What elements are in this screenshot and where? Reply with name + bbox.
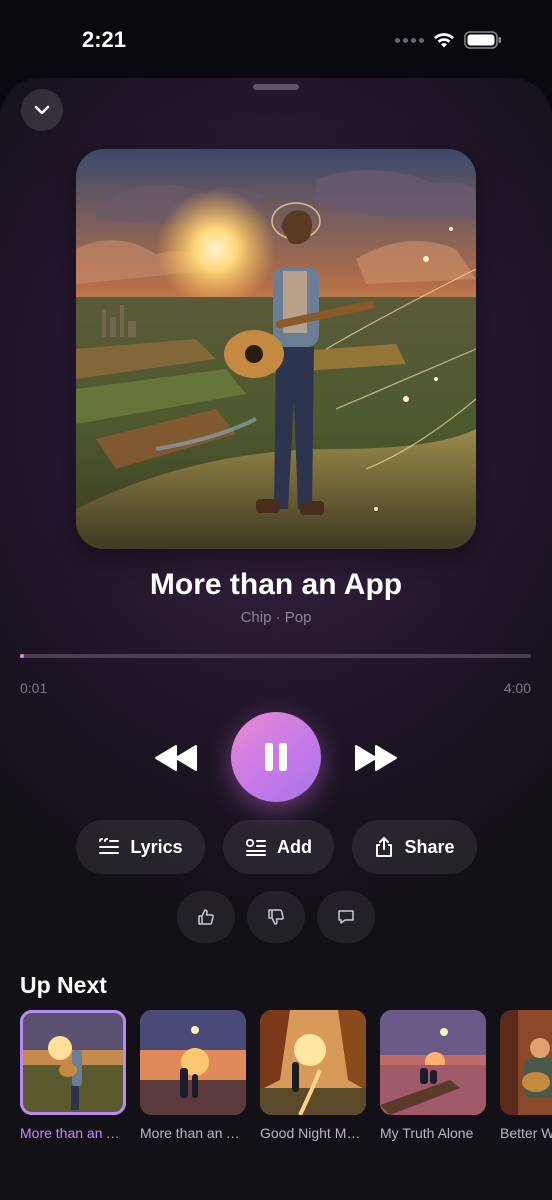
queue-item[interactable]: More than an App xyxy=(20,1010,128,1141)
progress-fill xyxy=(20,654,24,658)
now-playing-sheet: More than an App Chip · Pop 0:01 4:00 Ly… xyxy=(0,78,552,1200)
fast-forward-button[interactable] xyxy=(351,738,401,778)
total-duration: 4:00 xyxy=(503,680,531,696)
queue-item[interactable]: Better Ways xyxy=(500,1010,552,1141)
add-label: Add xyxy=(277,836,312,857)
share-label: Share xyxy=(404,836,455,857)
lyrics-label: Lyrics xyxy=(130,836,183,857)
up-next-heading: Up Next xyxy=(20,972,107,998)
song-title: More than an App xyxy=(149,568,403,601)
lyrics-icon xyxy=(99,838,120,854)
artwork-illustration xyxy=(76,149,476,549)
add-to-playlist-icon xyxy=(245,838,266,856)
collapse-button[interactable] xyxy=(21,89,63,131)
song-artist-genre: Chip · Pop xyxy=(240,609,312,626)
queue-item-label: More than an App xyxy=(140,1125,248,1141)
queue-item[interactable]: More than an App xyxy=(140,1010,248,1141)
queue-thumbnail xyxy=(500,1010,552,1115)
battery-icon xyxy=(464,31,501,49)
comment-button[interactable] xyxy=(317,891,375,943)
queue-thumbnail xyxy=(140,1010,246,1115)
thumbs-up-icon xyxy=(198,909,214,925)
queue-item-label: Good Night Moon xyxy=(260,1125,368,1141)
comment-icon xyxy=(338,910,354,924)
share-button[interactable]: Share xyxy=(352,820,477,874)
fast-forward-icon xyxy=(355,745,397,771)
status-bar: 2:21 xyxy=(0,0,552,80)
lyrics-button[interactable]: Lyrics xyxy=(76,820,205,874)
chevron-down-icon xyxy=(34,105,50,115)
thumbs-down-button[interactable] xyxy=(247,891,305,943)
queue-thumbnail xyxy=(380,1010,486,1115)
thumbs-down-icon xyxy=(268,909,284,925)
thumbs-up-button[interactable] xyxy=(177,891,235,943)
queue-thumbnail xyxy=(260,1010,366,1115)
cellular-signal-icon xyxy=(395,37,424,43)
album-artwork xyxy=(76,149,476,549)
queue-item-label: My Truth Alone xyxy=(380,1125,474,1141)
pause-icon xyxy=(265,743,287,771)
add-button[interactable]: Add xyxy=(223,820,334,874)
rewind-button[interactable] xyxy=(151,738,201,778)
up-next-queue: More than an App More than an App Good N… xyxy=(20,1010,552,1150)
queue-thumbnail xyxy=(20,1010,126,1115)
queue-item[interactable]: My Truth Alone xyxy=(380,1010,486,1141)
share-icon xyxy=(376,837,393,857)
queue-item-label: Better Ways xyxy=(500,1125,552,1141)
pause-button[interactable] xyxy=(231,712,321,802)
elapsed-time: 0:01 xyxy=(20,680,48,696)
sheet-grabber[interactable] xyxy=(253,84,299,90)
queue-item-label: More than an App xyxy=(20,1125,128,1141)
progress-slider[interactable] xyxy=(20,654,531,658)
queue-item[interactable]: Good Night Moon xyxy=(260,1010,368,1141)
status-icons xyxy=(395,30,502,50)
rewind-icon xyxy=(155,745,197,771)
wifi-icon xyxy=(434,33,454,48)
status-time: 2:21 xyxy=(82,27,127,52)
